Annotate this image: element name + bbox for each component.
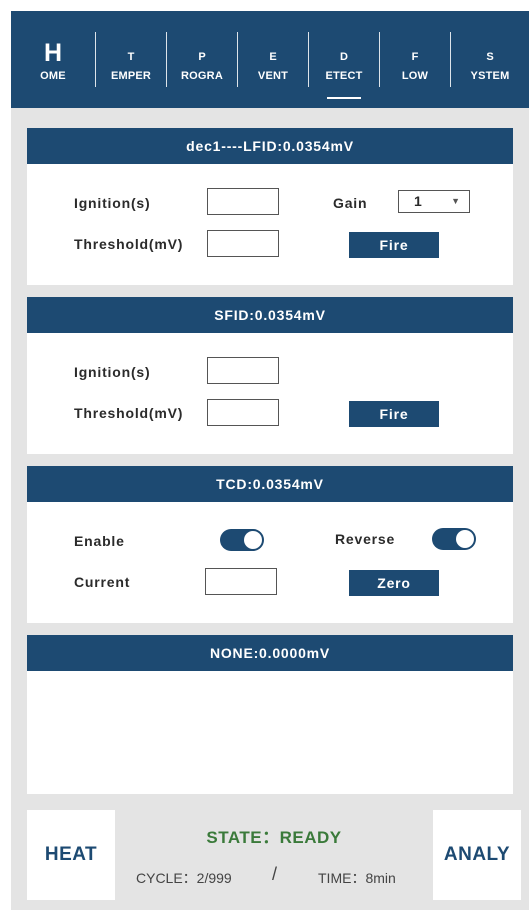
tab-detect[interactable]: D ETECT <box>309 11 379 108</box>
tab-event[interactable]: E VENT <box>238 11 308 108</box>
enable-toggle[interactable] <box>220 529 264 551</box>
toggle-knob <box>456 530 474 548</box>
current-label: Current <box>74 574 131 590</box>
tab-temper-initial: T <box>127 51 135 63</box>
enable-label: Enable <box>74 533 125 549</box>
card-title: NONE:0.0000mV <box>27 635 513 671</box>
tab-home[interactable]: H OME <box>11 11 95 108</box>
toggle-knob <box>244 531 262 549</box>
tab-progra-label: ROGRA <box>181 70 223 82</box>
tab-home-label: OME <box>40 70 66 82</box>
tab-event-label: VENT <box>257 70 289 82</box>
ignition-label: Ignition(s) <box>74 195 151 211</box>
cycle-counter: CYCLE：2/999 <box>136 870 232 886</box>
current-input[interactable] <box>205 568 277 595</box>
ignition-input[interactable] <box>207 357 279 384</box>
threshold-label: Threshold(mV) <box>74 236 184 252</box>
top-nav: H OME T EMPER P ROGRA E VENT D ETECT F L… <box>11 11 529 108</box>
detector-card-tcd: TCD:0.0354mV Enable Reverse Current Zero <box>27 466 513 623</box>
heat-button[interactable]: HEAT <box>27 810 115 900</box>
tab-detect-label: ETECT <box>325 70 363 82</box>
detector-card-lfid: dec1----LFID:0.0354mV Ignition(s) Gain 1… <box>27 128 513 285</box>
tab-progra-initial: P <box>198 51 206 63</box>
app-frame: H OME T EMPER P ROGRA E VENT D ETECT F L… <box>11 11 529 910</box>
tab-event-initial: E <box>269 51 277 63</box>
tab-flow[interactable]: F LOW <box>380 11 450 108</box>
fire-button[interactable]: Fire <box>349 232 439 258</box>
gain-select[interactable]: 1 ▼ <box>398 190 470 213</box>
gain-label: Gain <box>333 195 368 211</box>
ignition-label: Ignition(s) <box>74 364 151 380</box>
reverse-toggle[interactable] <box>432 528 476 550</box>
dropdown-arrow-icon: ▼ <box>451 196 460 206</box>
tab-home-initial: H <box>43 39 63 67</box>
tab-temper-label: EMPER <box>110 70 152 82</box>
card-title: SFID:0.0354mV <box>27 297 513 333</box>
tab-system-label: YSTEM <box>470 70 510 82</box>
reverse-label: Reverse <box>335 531 396 547</box>
ignition-input[interactable] <box>207 188 279 215</box>
tab-temper[interactable]: T EMPER <box>96 11 166 108</box>
analy-button[interactable]: ANALY <box>433 810 521 900</box>
stats-separator: / <box>272 864 278 884</box>
detector-card-sfid: SFID:0.0354mV Ignition(s) Threshold(mV) … <box>27 297 513 454</box>
active-tab-indicator <box>327 97 361 99</box>
time-readout: TIME：8min <box>318 870 396 886</box>
threshold-label: Threshold(mV) <box>74 405 184 421</box>
tab-flow-label: LOW <box>401 70 429 82</box>
tab-system-initial: S <box>486 51 494 63</box>
threshold-input[interactable] <box>207 399 279 426</box>
tab-system[interactable]: S YSTEM <box>451 11 529 108</box>
card-title: TCD:0.0354mV <box>27 466 513 502</box>
threshold-input[interactable] <box>207 230 279 257</box>
tab-flow-initial: F <box>411 51 419 63</box>
tab-detect-initial: D <box>340 51 348 63</box>
card-title: dec1----LFID:0.0354mV <box>27 128 513 164</box>
fire-button[interactable]: Fire <box>349 401 439 427</box>
zero-button[interactable]: Zero <box>349 570 439 596</box>
detector-card-none: NONE:0.0000mV <box>27 635 513 794</box>
gain-selected-value: 1 <box>414 193 422 209</box>
tab-progra[interactable]: P ROGRA <box>167 11 237 108</box>
state-status: STATE：READY <box>206 828 342 847</box>
